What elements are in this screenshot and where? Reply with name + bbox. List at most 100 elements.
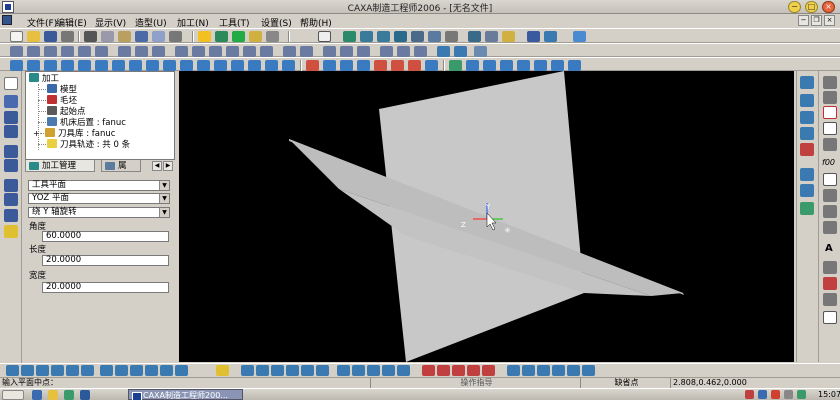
table-icon[interactable] xyxy=(823,311,837,324)
zoom-all-icon[interactable] xyxy=(394,31,407,42)
tab-machining-manager[interactable]: 加工管理 xyxy=(25,160,95,172)
refresh-icon[interactable] xyxy=(411,31,424,42)
quicklaunch-app-icon[interactable] xyxy=(80,390,90,400)
view-bottom-icon[interactable] xyxy=(66,365,79,376)
analysis-tool-icon[interactable] xyxy=(466,60,479,71)
pocket-mill-icon[interactable] xyxy=(382,365,395,376)
plane-type-select[interactable]: 工具平面 ▼ xyxy=(28,180,170,191)
tray-app-icon[interactable] xyxy=(797,390,806,399)
extrude-surface-icon[interactable] xyxy=(10,60,23,71)
chevron-down-icon[interactable]: ▼ xyxy=(159,194,169,203)
curvature-tool-icon[interactable] xyxy=(517,60,530,71)
snap-mode[interactable]: 缺省点 xyxy=(580,378,670,388)
post-process-icon[interactable] xyxy=(467,365,480,376)
angle-input[interactable]: 60.0000 xyxy=(42,231,169,242)
sketch-tool-icon[interactable] xyxy=(449,60,462,71)
point-icon[interactable] xyxy=(823,189,837,202)
arc-tool-icon[interactable] xyxy=(27,46,40,57)
text-tool-icon[interactable] xyxy=(323,46,336,57)
graphics-viewport[interactable]: Y Z ✳ xyxy=(179,71,794,362)
layer-dropdown-icon[interactable] xyxy=(266,31,279,42)
tool-library-icon[interactable] xyxy=(4,225,18,238)
section-tool-icon[interactable] xyxy=(500,60,513,71)
circle-tool-icon[interactable] xyxy=(44,46,57,57)
scale-tool-icon[interactable] xyxy=(260,46,273,57)
view-iso3-icon[interactable] xyxy=(130,365,143,376)
redo-icon[interactable] xyxy=(152,31,165,42)
filter-icon[interactable] xyxy=(232,31,245,42)
gcode-icon[interactable] xyxy=(437,365,450,376)
formula-curve-icon[interactable]: f00 xyxy=(822,158,835,167)
zoom-in-icon[interactable] xyxy=(360,31,373,42)
length-input[interactable]: 20.0000 xyxy=(42,255,169,266)
blend-surface-icon[interactable] xyxy=(231,60,244,71)
wave-tool-icon[interactable] xyxy=(551,60,564,71)
cut-feature-icon[interactable] xyxy=(391,60,404,71)
dimension-icon[interactable] xyxy=(823,293,837,306)
tree-node-start-point[interactable]: 起始点 xyxy=(47,106,86,117)
window-icon[interactable] xyxy=(318,31,331,42)
spline-tool-icon[interactable] xyxy=(78,46,91,57)
rectangle-tool-icon[interactable] xyxy=(61,46,74,57)
machining-mode-icon[interactable] xyxy=(4,209,18,222)
feature-mode-icon[interactable] xyxy=(4,145,18,158)
feature-tool-icon[interactable] xyxy=(306,60,319,71)
move-icon[interactable] xyxy=(800,111,814,124)
dimension-tool-icon[interactable] xyxy=(357,46,370,57)
pencil-icon[interactable] xyxy=(573,31,586,42)
combine-tool-icon[interactable] xyxy=(414,46,427,57)
trim-icon[interactable] xyxy=(823,277,837,290)
delete-tool-icon[interactable] xyxy=(283,46,296,57)
hatch-tool-icon[interactable] xyxy=(340,46,353,57)
tree-node-tool-library[interactable]: + 刀具库 : fanuc xyxy=(33,128,115,139)
close-button[interactable]: × xyxy=(822,1,835,13)
chamfer-tool-icon[interactable] xyxy=(209,46,222,57)
mesh-tool-icon[interactable] xyxy=(474,46,487,57)
rotate-view-icon[interactable] xyxy=(428,31,441,42)
cut-icon[interactable] xyxy=(84,31,97,42)
zoom-window-icon[interactable] xyxy=(343,31,356,42)
path-split-icon[interactable] xyxy=(286,365,299,376)
surface-mode-icon[interactable] xyxy=(4,179,18,192)
fill-surface-icon[interactable] xyxy=(265,60,278,71)
width-input[interactable]: 20.0000 xyxy=(42,282,169,293)
grid-mode-icon[interactable] xyxy=(4,125,18,138)
path-link-icon[interactable] xyxy=(271,365,284,376)
view-right-icon[interactable] xyxy=(51,365,64,376)
plane-select[interactable]: YOZ 平面 ▼ xyxy=(28,193,170,204)
doc-close-button[interactable]: × xyxy=(824,15,835,26)
view-orient-icon[interactable] xyxy=(544,31,557,42)
path-edit-icon[interactable] xyxy=(241,365,254,376)
coordinate-icon[interactable] xyxy=(800,76,814,89)
split-surface-icon[interactable] xyxy=(282,60,295,71)
paste-icon[interactable] xyxy=(118,31,131,42)
minimize-button[interactable]: − xyxy=(788,1,801,13)
view-front-icon[interactable] xyxy=(6,365,19,376)
offset-tool-icon[interactable] xyxy=(118,46,131,57)
revolve-surface-icon[interactable] xyxy=(27,60,40,71)
query-tool-icon[interactable] xyxy=(300,46,313,57)
measure-tool-icon[interactable] xyxy=(483,60,496,71)
taskbar-caxa-button[interactable]: CAXA制造工程师200... xyxy=(128,389,243,400)
trim-surface-icon[interactable] xyxy=(163,60,176,71)
extend-surface-icon[interactable] xyxy=(180,60,193,71)
tree-node-model[interactable]: 模型 xyxy=(47,84,77,95)
tab-scroll-left-button[interactable]: ◀ xyxy=(152,161,162,171)
array-icon[interactable] xyxy=(800,184,814,197)
open-file-icon[interactable] xyxy=(27,31,40,42)
tool-edit-icon[interactable] xyxy=(507,365,520,376)
rough-mill-icon[interactable] xyxy=(337,365,350,376)
maximize-button[interactable]: □ xyxy=(805,1,818,13)
arc-icon[interactable] xyxy=(823,91,837,104)
print-icon[interactable] xyxy=(61,31,74,42)
doc-restore-button[interactable]: ❐ xyxy=(811,15,822,26)
circle-icon[interactable] xyxy=(823,106,837,119)
break-tool-icon[interactable] xyxy=(175,46,188,57)
drape-surface-icon[interactable] xyxy=(248,60,261,71)
start-edit-icon[interactable] xyxy=(537,365,550,376)
line-icon[interactable] xyxy=(823,76,837,89)
chevron-down-icon[interactable]: ▼ xyxy=(159,208,169,217)
view-left-icon[interactable] xyxy=(36,365,49,376)
extend-tool-icon[interactable] xyxy=(152,46,165,57)
project-tool-icon[interactable] xyxy=(397,46,410,57)
